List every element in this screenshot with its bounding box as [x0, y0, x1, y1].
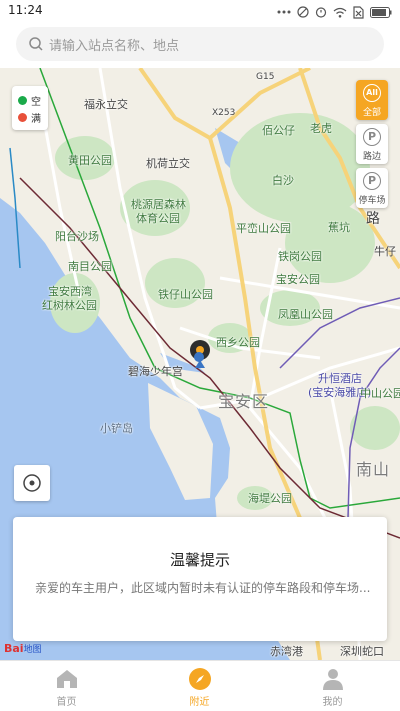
- map-label: 凤凰山公园: [278, 308, 333, 321]
- bottom-tab-bar: 首页 附近 我的: [0, 660, 400, 711]
- map-label: 宝安区: [218, 392, 270, 411]
- map-label: X253: [212, 108, 236, 118]
- map-label: 佰公仔: [262, 124, 295, 137]
- filter-label: 停车场: [358, 196, 386, 206]
- tab-nearby[interactable]: 附近: [133, 661, 266, 711]
- availability-legend: 空 满: [12, 86, 48, 130]
- filter-parking-lot-button[interactable]: P 停车场: [356, 168, 388, 208]
- map-label: 南目公园: [68, 260, 112, 273]
- map-label: 阳台沙场: [55, 230, 99, 243]
- map-label: 深圳蛇口: [340, 645, 384, 658]
- map-label: 红树林公园: [42, 299, 97, 312]
- status-bar: 11:24: [0, 0, 400, 24]
- search-bar[interactable]: 请输入站点名称、地点: [16, 27, 384, 61]
- map-label: 福永立交: [84, 98, 128, 111]
- map-label: 体育公园: [136, 212, 180, 225]
- map-label: 黄田公园: [68, 154, 112, 167]
- notice-body: 亲爱的车主用户，此区域内暂时未有认证的停车路段和停车场...: [35, 581, 371, 595]
- legend-label: 空: [31, 96, 41, 108]
- notice-title: 温馨提示: [169, 551, 230, 569]
- logo-suffix: 地图: [23, 645, 42, 655]
- locate-icon: [23, 474, 41, 492]
- all-icon: All: [363, 84, 381, 102]
- filter-label: 路边: [362, 152, 381, 162]
- search-icon: [29, 37, 43, 51]
- legend-dot-empty: [18, 95, 27, 105]
- map-label: 中山公园: [360, 387, 400, 400]
- alarm-icon: [315, 7, 327, 18]
- dots-icon: [277, 10, 291, 14]
- map-label: 小铲岛: [100, 422, 133, 435]
- no-sim-icon: [353, 5, 364, 19]
- legend-item-empty: 空: [18, 93, 41, 108]
- battery-icon: [370, 6, 392, 18]
- map-label: 铁仔山公园: [158, 288, 213, 301]
- search-placeholder[interactable]: 请输入站点名称、地点: [49, 35, 179, 54]
- logo-text: Bai: [4, 642, 24, 655]
- map-view[interactable]: 福永立交 黄田公园 机荷立交 桃源居森林 体育公园 阳台沙场 南目公园 宝安西湾…: [0, 68, 400, 660]
- map-label: 机荷立交: [146, 157, 190, 170]
- map-label: G15: [256, 72, 275, 82]
- filter-label: 全部: [362, 108, 381, 118]
- compass-icon: [189, 668, 211, 690]
- map-label: 南山: [356, 460, 391, 479]
- map-label: 宝安公园: [276, 273, 320, 286]
- notice-card: 温馨提示 亲爱的车主用户，此区域内暂时未有认证的停车路段和停车场...: [13, 517, 387, 641]
- wifi-icon: [333, 7, 347, 18]
- filter-all-button[interactable]: All 全部: [356, 80, 388, 120]
- map-label: 海堤公园: [248, 492, 292, 505]
- status-time: 11:24: [8, 3, 43, 17]
- locate-button[interactable]: [14, 465, 50, 501]
- map-label: 碧海少年宫: [128, 365, 183, 378]
- legend-label: 满: [31, 113, 41, 125]
- tab-label: 我的: [322, 697, 343, 708]
- parking-icon: P: [363, 172, 381, 190]
- map-label: 赤湾港: [270, 645, 303, 658]
- parking-icon: P: [363, 128, 381, 146]
- filter-panel: All 全部 P 路边 P 停车场: [356, 80, 388, 212]
- tab-home[interactable]: 首页: [0, 661, 133, 711]
- map-label: 牛仔: [374, 245, 396, 258]
- tab-label: 首页: [56, 697, 77, 708]
- map-label: 西乡公园: [216, 336, 260, 349]
- map-label: 铁岗公园: [278, 250, 322, 263]
- do-not-disturb-icon: [297, 6, 309, 18]
- status-icons: [277, 4, 392, 20]
- tab-profile[interactable]: 我的: [266, 661, 399, 711]
- filter-roadside-button[interactable]: P 路边: [356, 124, 388, 164]
- legend-dot-full: [18, 112, 27, 122]
- map-label: 老虎: [310, 122, 332, 135]
- map-label: 蕉坑: [328, 221, 350, 234]
- map-label: 平峦山公园: [236, 222, 291, 235]
- baidu-map-logo: Bai地图: [4, 642, 42, 655]
- legend-item-full: 满: [18, 110, 41, 125]
- map-label: 白沙: [272, 174, 294, 187]
- tab-label: 附近: [189, 697, 210, 708]
- user-icon: [323, 669, 343, 690]
- home-icon: [57, 670, 77, 688]
